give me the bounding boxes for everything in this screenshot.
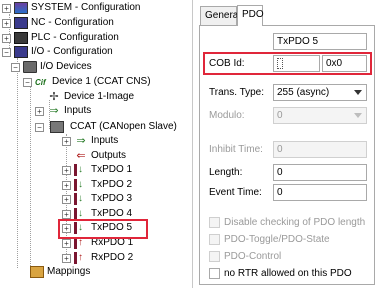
tree-item-label: Device 1 (CCAT CNS) (52, 76, 151, 87)
modulo-select[interactable]: 0 (273, 107, 367, 124)
tree-item-label: I/O Devices (40, 61, 92, 72)
tree-item-label: TxPDO 3 (91, 193, 133, 204)
tree-item-label: Device 1-Image (64, 91, 135, 102)
chevron-down-icon[interactable] (354, 90, 362, 95)
tree-item-nc[interactable]: + NC - Configuration (2, 16, 114, 30)
io-devices-icon (23, 61, 37, 73)
mappings-icon (30, 266, 44, 278)
disable-length-check-label: Disable checking of PDO length (224, 217, 366, 228)
collapse-icon[interactable]: − (23, 77, 32, 87)
expand-icon[interactable]: + (62, 253, 71, 263)
tree-item-plc[interactable]: + PLC - Configuration (2, 31, 119, 45)
ccat-icon (50, 121, 64, 133)
no-rtr-checkbox[interactable] (209, 268, 220, 279)
tree-item-mappings[interactable]: Mappings (30, 265, 90, 279)
tree-item-device-1[interactable]: − Cif Device 1 (CCAT CNS) (23, 75, 151, 89)
tree-item-label: SYSTEM - Configuration (31, 2, 141, 13)
tree-item-io-devices[interactable]: − I/O Devices (11, 60, 92, 74)
tree-item-label: Inputs (91, 135, 119, 146)
expand-icon[interactable]: + (35, 106, 44, 116)
tree-item-label: Mappings (47, 266, 91, 277)
inputs-icon: ⇒ (49, 105, 59, 117)
tree-item-device-image[interactable]: ✢ Device 1-Image (47, 90, 134, 104)
tree-item-ccat[interactable]: − CCAT (CANopen Slave) (35, 120, 177, 134)
txpdo-icon: ↓ (74, 193, 88, 205)
inputs-icon: ⇒ (76, 135, 86, 147)
expand-icon[interactable]: + (2, 18, 11, 28)
tree-item-label: TxPDO 2 (91, 179, 133, 190)
expand-icon[interactable]: + (62, 165, 71, 175)
tree-guide (30, 82, 31, 274)
tree-item-label: PLC - Configuration (31, 32, 119, 43)
tree-guide (17, 58, 18, 268)
expand-icon[interactable]: + (62, 180, 71, 190)
length-field[interactable]: 0 (273, 164, 367, 181)
tree-item-ccat-inputs[interactable]: + ⇒ Inputs (62, 134, 118, 148)
tree-item-label: Outputs (91, 150, 127, 161)
tree-item-txpdo-2[interactable]: + ↓ TxPDO 2 (62, 178, 132, 192)
pdo-control-label: PDO-Control (224, 251, 282, 262)
disable-length-check-checkbox[interactable] (209, 217, 220, 228)
expand-icon[interactable]: + (62, 238, 71, 248)
tree-item-inputs[interactable]: + ⇒ Inputs (35, 104, 91, 118)
highlight-box (203, 52, 372, 75)
expand-icon[interactable]: + (2, 33, 11, 43)
tree-item-outputs[interactable]: ⇐ Outputs (74, 149, 126, 163)
trans-type-select[interactable]: 255 (async) (273, 84, 367, 101)
trans-type-value: 255 (async) (277, 87, 330, 98)
event-time-label: Event Time: (209, 187, 262, 198)
outputs-icon: ⇐ (76, 150, 86, 162)
chevron-down-icon[interactable] (354, 113, 362, 118)
collapse-icon[interactable]: − (11, 62, 20, 72)
trans-type-label: Trans. Type: (209, 87, 265, 98)
modulo-value: 0 (277, 110, 283, 121)
expand-icon[interactable]: + (62, 194, 71, 204)
tree-item-rxpdo-2[interactable]: + ↑ RxPDO 2 (62, 251, 133, 265)
highlight-box (58, 219, 148, 239)
io-icon (14, 46, 28, 58)
expand-icon[interactable]: + (62, 209, 71, 219)
collapse-icon[interactable]: − (2, 47, 11, 57)
collapse-icon[interactable]: − (35, 122, 44, 132)
plc-icon (14, 32, 28, 44)
image-icon: ✢ (49, 91, 59, 103)
device-tree[interactable]: + SYSTEM - Configuration + NC - Configur… (0, 0, 193, 288)
tree-item-label: Inputs (64, 105, 92, 116)
event-time-field[interactable]: 0 (273, 184, 367, 201)
tree-item-label: TxPDO 1 (91, 164, 133, 175)
txpdo-icon: ↓ (74, 164, 88, 176)
expand-icon[interactable]: + (62, 136, 71, 146)
nc-icon (14, 17, 28, 29)
tree-item-txpdo-3[interactable]: + ↓ TxPDO 3 (62, 192, 132, 206)
txpdo-icon: ↓ (74, 179, 88, 191)
pdo-control-checkbox[interactable] (209, 251, 220, 262)
pdo-toggle-checkbox[interactable] (209, 234, 220, 245)
length-label: Length: (209, 167, 243, 178)
tree-item-label: RxPDO 2 (91, 252, 134, 263)
cif-icon: Cif (35, 78, 46, 87)
inhibit-time-label: Inhibit Time: (209, 144, 263, 155)
inhibit-time-field[interactable]: 0 (273, 141, 367, 158)
tab-pdo[interactable]: PDO (237, 5, 264, 26)
tree-item-system[interactable]: + SYSTEM - Configuration (2, 1, 141, 15)
expand-icon[interactable]: + (2, 3, 11, 13)
pdo-name-field[interactable]: TxPDO 5 (273, 33, 367, 50)
pdo-toggle-label: PDO-Toggle/PDO-State (224, 234, 330, 245)
tab-general[interactable]: General (200, 6, 241, 26)
system-icon (14, 2, 28, 14)
tree-item-label: I/O - Configuration (31, 46, 113, 57)
tree-item-label: NC - Configuration (31, 17, 114, 28)
rxpdo-icon: ↑ (74, 252, 88, 264)
modulo-label: Modulo: (209, 110, 245, 121)
no-rtr-label: no RTR allowed on this PDO (224, 268, 352, 279)
tree-item-label: CCAT (CANopen Slave) (70, 121, 177, 132)
tree-item-io-configuration[interactable]: − I/O - Configuration (2, 45, 113, 59)
pdo-panel: TxPDO 5 COB Id: 0x0 Trans. Type: 255 (as… (199, 25, 375, 285)
tree-item-txpdo-1[interactable]: + ↓ TxPDO 1 (62, 163, 132, 177)
